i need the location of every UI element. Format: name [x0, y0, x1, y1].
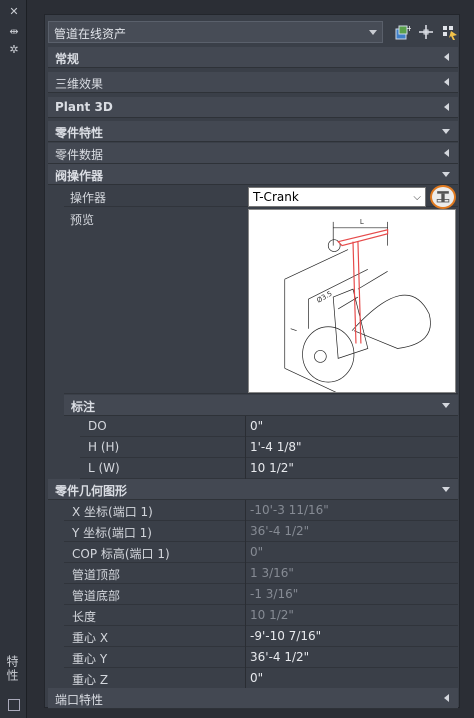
geometry-key: COP 标高(端口 1)	[72, 547, 170, 561]
dim-row-l[interactable]: L (W) 10 1/2"	[80, 458, 458, 479]
chevron-left-icon	[444, 149, 449, 157]
svg-text:+: +	[406, 24, 411, 33]
section-part-data[interactable]: 零件数据	[48, 143, 458, 164]
properties-panel: 管道在线资产 + 常规 三维效果 Plant 3D 零件特性 零件数据 阀操作器	[44, 14, 460, 709]
geometry-row[interactable]: 重心 Y 36'-4 1/2"	[64, 647, 458, 668]
section-geometry-label: 零件几何图形	[55, 484, 128, 498]
section-dims-label: 标注	[71, 400, 96, 414]
geometry-key: 管道底部	[72, 589, 121, 603]
quick-select-icon[interactable]	[441, 23, 459, 41]
geometry-row[interactable]: 管道底部 -1 3/16"	[64, 584, 458, 605]
operator-label: 操作器	[70, 191, 107, 205]
operator-preview-image: Ø3.5 L	[248, 209, 456, 393]
chevron-left-icon	[444, 103, 449, 111]
geometry-row[interactable]: Y 坐标(端口 1) 36'-4 1/2"	[64, 521, 458, 542]
geometry-row[interactable]: COP 标高(端口 1) 0"	[64, 542, 458, 563]
dim-row-do[interactable]: DO 0"	[80, 416, 458, 437]
geometry-value: 36'-4 1/2"	[250, 524, 310, 538]
geometry-row[interactable]: 长度 10 1/2"	[64, 605, 458, 626]
geometry-value: -1 3/16"	[250, 587, 299, 601]
section-general-label: 常规	[55, 52, 80, 66]
chevron-down-icon	[442, 487, 450, 492]
section-dimensions[interactable]: 标注	[64, 395, 458, 416]
dim-value: 10 1/2"	[250, 461, 294, 475]
auto-hide-icon[interactable]: ⇹	[8, 26, 20, 38]
section-3d-visualization[interactable]: 三维效果	[48, 72, 458, 93]
section-plant-3d[interactable]: Plant 3D	[48, 97, 458, 118]
section-port-props-label: 端口特性	[55, 693, 104, 707]
select-objects-icon[interactable]	[417, 23, 435, 41]
geometry-key: 长度	[72, 610, 97, 624]
palette-title: 特性	[5, 655, 19, 683]
object-type-value: 管道在线资产	[54, 27, 127, 41]
dim-key: DO	[88, 419, 107, 433]
geometry-value: -9'-10 7/16"	[250, 629, 322, 643]
geometry-key: 重心 Y	[72, 652, 108, 666]
close-icon[interactable]: ✕	[8, 6, 20, 18]
toggle-pickadd-icon[interactable]: +	[393, 23, 411, 41]
geometry-value: 10 1/2"	[250, 608, 294, 622]
palette-window-icon[interactable]	[8, 699, 20, 711]
dim-row-h[interactable]: H (H) 1'-4 1/8"	[80, 437, 458, 458]
geometry-row[interactable]: 管道顶部 1 3/16"	[64, 563, 458, 584]
dim-value: 1'-4 1/8"	[250, 440, 302, 454]
operator-settings-icon[interactable]	[430, 185, 456, 209]
section-3d-label: 三维效果	[55, 77, 104, 91]
dim-key: L (W)	[88, 461, 120, 475]
geometry-value: 36'-4 1/2"	[250, 650, 310, 664]
geometry-key: X 坐标(端口 1)	[72, 505, 153, 519]
geometry-row[interactable]: X 坐标(端口 1) -10'-3 11/16"	[64, 500, 458, 521]
section-part-geometry[interactable]: 零件几何图形	[48, 479, 458, 500]
geometry-key: 重心 X	[72, 631, 109, 645]
geometry-value: 0"	[250, 671, 264, 685]
section-part-properties[interactable]: 零件特性	[48, 121, 458, 142]
chevron-down-icon	[442, 403, 450, 408]
geometry-value: -10'-3 11/16"	[250, 503, 329, 517]
section-part-props-label: 零件特性	[55, 126, 104, 140]
section-valve-operator[interactable]: 阀操作器	[48, 164, 458, 185]
preview-label: 预览	[70, 213, 95, 227]
chevron-left-icon	[444, 53, 449, 61]
section-port-properties[interactable]: 端口特性	[48, 688, 458, 709]
dim-key: H (H)	[88, 440, 120, 454]
geometry-key: 重心 Z	[72, 673, 109, 687]
chevron-down-icon	[369, 30, 377, 35]
object-type-dropdown[interactable]: 管道在线资产	[48, 21, 383, 43]
palette-title-strip: ✕ ⇹ ✲ 特性	[0, 0, 27, 718]
geometry-row[interactable]: 重心 Z 0"	[64, 668, 458, 689]
geometry-row[interactable]: 重心 X -9'-10 7/16"	[64, 626, 458, 647]
chevron-left-icon	[444, 78, 449, 86]
chevron-down-icon	[442, 172, 450, 177]
geometry-value: 0"	[250, 545, 264, 559]
geometry-key: 管道顶部	[72, 568, 121, 582]
palette-settings-icon[interactable]: ✲	[8, 44, 20, 56]
operator-select[interactable]: T-Crank ⌵	[248, 187, 426, 207]
dim-value: 0"	[250, 419, 264, 433]
svg-text:L: L	[360, 218, 364, 226]
section-part-data-label: 零件数据	[55, 148, 104, 162]
section-valve-operator-label: 阀操作器	[55, 169, 104, 183]
geometry-key: Y 坐标(端口 1)	[72, 526, 152, 540]
operator-value: T-Crank	[253, 190, 299, 204]
chevron-down-icon: ⌵	[413, 192, 421, 203]
svg-text:Ø3.5: Ø3.5	[315, 290, 333, 305]
section-general[interactable]: 常规	[48, 47, 458, 68]
chevron-left-icon	[444, 694, 449, 702]
section-plant3d-label: Plant 3D	[55, 100, 113, 114]
geometry-value: 1 3/16"	[250, 566, 294, 580]
chevron-down-icon	[442, 129, 450, 134]
